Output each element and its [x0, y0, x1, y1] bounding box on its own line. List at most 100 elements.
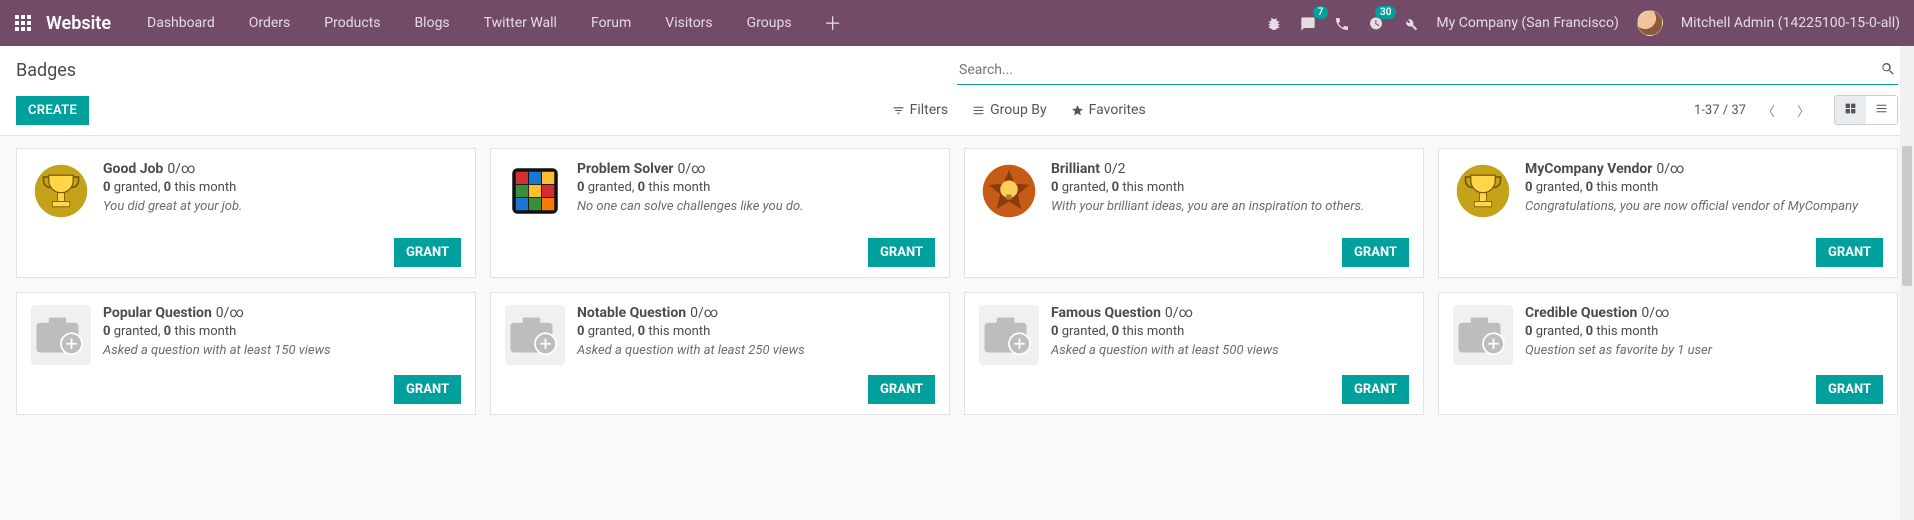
kanban-view: Good Job0/∞ 0 granted, 0 this month You …	[0, 136, 1914, 431]
badge-image	[979, 305, 1039, 365]
badge-title: Good Job	[103, 161, 163, 177]
badge-title: Problem Solver	[577, 161, 674, 177]
activities-badge: 30	[1375, 6, 1396, 19]
pager-next[interactable]: 〉	[1791, 97, 1816, 124]
badge-image	[31, 161, 91, 221]
top-nav: Website Dashboard Orders Products Blogs …	[0, 0, 1914, 46]
search-icon[interactable]	[1880, 61, 1896, 80]
badge-description: Asked a question with at least 250 views	[577, 342, 935, 360]
menu-forum[interactable]: Forum	[577, 3, 645, 43]
avatar[interactable]	[1637, 10, 1663, 36]
badge-stats: 0 granted, 0 this month	[103, 324, 461, 339]
filters-label: Filters	[910, 102, 949, 118]
badge-card[interactable]: Credible Question0/∞ 0 granted, 0 this m…	[1438, 292, 1898, 415]
badge-limit: 0/∞	[690, 305, 718, 321]
create-button[interactable]: CREATE	[16, 96, 89, 125]
company-switcher[interactable]: My Company (San Francisco)	[1436, 15, 1618, 31]
badge-card[interactable]: Good Job0/∞ 0 granted, 0 this month You …	[16, 148, 476, 278]
grant-button[interactable]: GRANT	[1816, 238, 1883, 267]
messaging-icon[interactable]: 7	[1300, 14, 1316, 32]
scrollbar-track[interactable]	[1900, 46, 1914, 520]
badge-stats: 0 granted, 0 this month	[1051, 324, 1409, 339]
filters-menu[interactable]: Filters	[892, 102, 949, 118]
badge-title: Popular Question	[103, 305, 212, 321]
search-input[interactable]	[959, 62, 1880, 78]
menu-blogs[interactable]: Blogs	[400, 3, 463, 43]
badge-limit: 0/∞	[678, 161, 706, 177]
app-brand[interactable]: Website	[46, 13, 111, 34]
bug-icon[interactable]	[1266, 14, 1282, 32]
badge-card[interactable]: Notable Question0/∞ 0 granted, 0 this mo…	[490, 292, 950, 415]
apps-icon[interactable]	[14, 14, 32, 32]
badge-description: With your brilliant ideas, you are an in…	[1051, 198, 1409, 216]
menu-groups[interactable]: Groups	[733, 3, 806, 43]
badge-stats: 0 granted, 0 this month	[1051, 180, 1409, 195]
badge-limit: 0/∞	[1641, 305, 1669, 321]
badge-card[interactable]: MyCompany Vendor0/∞ 0 granted, 0 this mo…	[1438, 148, 1898, 278]
search-options: Filters Group By Favorites	[892, 102, 1694, 118]
view-list-button[interactable]	[1866, 96, 1897, 124]
grant-button[interactable]: GRANT	[1342, 375, 1409, 404]
badge-title: MyCompany Vendor	[1525, 161, 1652, 177]
badge-card[interactable]: Brilliant0/2 0 granted, 0 this month Wit…	[964, 148, 1424, 278]
menu-orders[interactable]: Orders	[235, 3, 305, 43]
badge-image	[1453, 161, 1513, 221]
systray: 7 30 My Company (San Francisco) Mitchell…	[1266, 10, 1900, 36]
badge-title: Credible Question	[1525, 305, 1637, 321]
menu-products[interactable]: Products	[310, 3, 394, 43]
badge-title: Notable Question	[577, 305, 686, 321]
view-switcher	[1834, 95, 1898, 125]
badge-stats: 0 granted, 0 this month	[577, 180, 935, 195]
grant-button[interactable]: GRANT	[1816, 375, 1883, 404]
badge-stats: 0 granted, 0 this month	[577, 324, 935, 339]
badge-description: Congratulations, you are now official ve…	[1525, 198, 1883, 216]
new-content-icon[interactable]: ＋	[814, 10, 852, 36]
badge-description: You did great at your job.	[103, 198, 461, 216]
badge-limit: 0/2	[1104, 161, 1126, 177]
favorites-menu[interactable]: Favorites	[1071, 102, 1146, 118]
pager-prev[interactable]: 〈	[1756, 97, 1781, 124]
tools-icon[interactable]	[1402, 14, 1418, 32]
badge-stats: 0 granted, 0 this month	[103, 180, 461, 195]
search-bar[interactable]	[957, 57, 1898, 85]
main-menu: Dashboard Orders Products Blogs Twitter …	[133, 3, 806, 43]
badge-title: Famous Question	[1051, 305, 1161, 321]
badge-image	[979, 161, 1039, 221]
badge-limit: 0/∞	[1656, 161, 1684, 177]
menu-visitors[interactable]: Visitors	[651, 3, 726, 43]
badge-card[interactable]: Problem Solver0/∞ 0 granted, 0 this mont…	[490, 148, 950, 278]
badge-card[interactable]: Famous Question0/∞ 0 granted, 0 this mon…	[964, 292, 1424, 415]
grant-button[interactable]: GRANT	[868, 375, 935, 404]
badge-card[interactable]: Popular Question0/∞ 0 granted, 0 this mo…	[16, 292, 476, 415]
badge-limit: 0/∞	[167, 161, 195, 177]
badge-image	[505, 305, 565, 365]
menu-twitter-wall[interactable]: Twitter Wall	[470, 3, 571, 43]
phone-icon[interactable]	[1334, 14, 1350, 32]
groupby-menu[interactable]: Group By	[972, 102, 1047, 118]
badge-stats: 0 granted, 0 this month	[1525, 180, 1883, 195]
badge-image	[31, 305, 91, 365]
favorites-label: Favorites	[1089, 102, 1146, 118]
messaging-badge: 7	[1313, 6, 1329, 19]
menu-dashboard[interactable]: Dashboard	[133, 3, 229, 43]
grant-button[interactable]: GRANT	[394, 375, 461, 404]
badge-limit: 0/∞	[216, 305, 244, 321]
grant-button[interactable]: GRANT	[394, 238, 461, 267]
control-panel: Badges CREATE Filters Group By Favorites…	[0, 46, 1914, 136]
badge-limit: 0/∞	[1165, 305, 1193, 321]
badge-description: Asked a question with at least 150 views	[103, 342, 461, 360]
pager: 1-37 / 37 〈 〉	[1694, 97, 1816, 124]
scrollbar-thumb[interactable]	[1902, 146, 1912, 286]
badge-description: No one can solve challenges like you do.	[577, 198, 935, 216]
badge-description: Question set as favorite by 1 user	[1525, 342, 1883, 360]
badge-image	[1453, 305, 1513, 365]
grant-button[interactable]: GRANT	[868, 238, 935, 267]
groupby-label: Group By	[990, 102, 1047, 118]
pager-value[interactable]: 1-37 / 37	[1694, 103, 1746, 118]
activities-icon[interactable]: 30	[1368, 14, 1384, 32]
badge-stats: 0 granted, 0 this month	[1525, 324, 1883, 339]
grant-button[interactable]: GRANT	[1342, 238, 1409, 267]
view-kanban-button[interactable]	[1835, 96, 1866, 124]
breadcrumb: Badges	[16, 54, 76, 87]
user-menu[interactable]: Mitchell Admin (14225100-15-0-all)	[1681, 15, 1900, 31]
